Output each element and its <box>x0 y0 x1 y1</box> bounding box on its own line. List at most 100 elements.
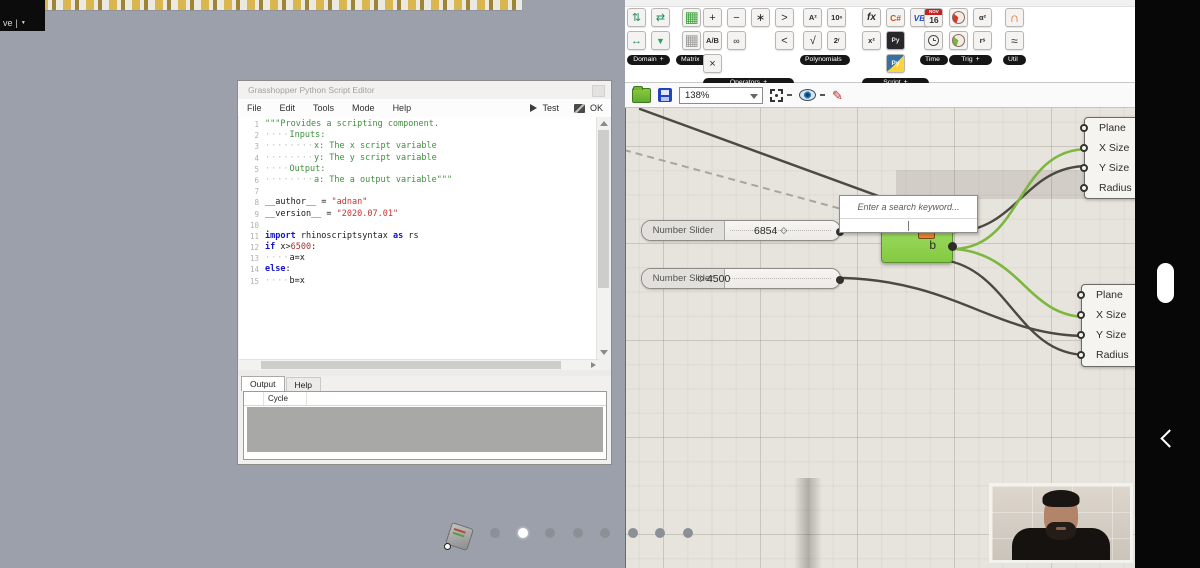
input-socket[interactable] <box>1080 184 1088 192</box>
evaluate-expression-icon[interactable]: x² <box>862 31 881 50</box>
number-slider-4500[interactable]: Number Slider 4500 ◇ <box>641 268 841 289</box>
component-output-socket[interactable] <box>948 242 957 251</box>
zoom-extents-icon[interactable] <box>770 89 783 102</box>
ghpython-script-icon[interactable]: Py <box>886 54 905 73</box>
slider-output-socket[interactable] <box>836 276 844 284</box>
power-of-2-icon[interactable]: 2ʳ <box>827 31 846 50</box>
tab-output[interactable]: Output <box>241 376 285 391</box>
slider-handle-icon[interactable]: ◇ <box>780 225 787 236</box>
input-socket[interactable] <box>1080 164 1088 172</box>
carousel-dot[interactable] <box>628 528 638 538</box>
dropdown-caret-icon[interactable] <box>820 94 825 96</box>
radians-icon[interactable] <box>949 31 968 50</box>
vertical-scrollbar[interactable] <box>596 117 610 359</box>
subtraction-icon[interactable]: − <box>727 8 746 27</box>
output-console-box: Cycle <box>243 391 607 460</box>
input-socket[interactable] <box>1077 331 1085 339</box>
smaller-than-icon[interactable]: < <box>775 31 794 50</box>
canvas-search-popup: Enter a search keyword... <box>839 195 978 233</box>
group-label-pill[interactable]: Util <box>1003 55 1026 65</box>
save-file-icon[interactable] <box>658 88 672 102</box>
trig-r-icon[interactable]: rˢ <box>973 31 992 50</box>
scroll-right-icon[interactable] <box>591 362 596 368</box>
search-input[interactable] <box>840 219 977 233</box>
square-root-icon[interactable]: √ <box>803 31 822 50</box>
carousel-dot[interactable] <box>683 528 693 538</box>
tab-help[interactable]: Help <box>286 377 321 391</box>
horizontal-scroll-thumb[interactable] <box>261 361 561 369</box>
code-segment: y: The y script variable <box>314 153 437 163</box>
carousel-dot[interactable] <box>545 528 555 538</box>
input-socket[interactable] <box>1077 291 1085 299</box>
slider-track[interactable] <box>730 278 831 279</box>
number-slider-6854[interactable]: Number Slider 6854 ◇ <box>641 220 841 241</box>
code-line: 1 """Provides a scripting component. <box>239 119 599 130</box>
slider-value: 6854 <box>754 225 777 237</box>
open-file-icon[interactable] <box>632 88 651 103</box>
ok-button[interactable]: OK <box>590 103 603 113</box>
remap-numbers-icon[interactable]: ⇄ <box>651 8 670 27</box>
carousel-dot[interactable] <box>573 528 583 538</box>
window-close-button[interactable] <box>592 85 605 97</box>
carousel-dot[interactable] <box>518 528 528 538</box>
similarity-icon[interactable]: ∞ <box>727 31 746 50</box>
test-button[interactable]: Test <box>542 103 559 113</box>
calendar-date-icon[interactable]: NOV16 <box>924 8 943 27</box>
preview-eye-icon[interactable] <box>799 89 816 101</box>
menu-tools[interactable]: Tools <box>304 99 343 117</box>
deconstruct-matrix-icon[interactable]: ▦ <box>682 31 701 50</box>
construct-domain-icon[interactable]: ⇅ <box>627 8 646 27</box>
scroll-down-icon[interactable] <box>600 350 608 355</box>
mass-addition-icon[interactable]: ∗ <box>751 8 770 27</box>
construct-matrix-icon[interactable]: ▦ <box>682 8 701 27</box>
clock-time-icon[interactable] <box>924 31 943 50</box>
degrees-icon[interactable] <box>949 8 968 27</box>
consecutive-domains-icon[interactable]: ▼ <box>651 31 670 50</box>
input-label: Plane <box>1099 122 1126 134</box>
group-label-pill[interactable]: Trig+ <box>949 55 992 65</box>
expression-icon[interactable]: fx <box>862 8 881 27</box>
interpolate-data-icon[interactable]: ≈ <box>1005 31 1024 50</box>
zoom-level-select[interactable]: 138% <box>679 87 763 104</box>
menu-mode[interactable]: Mode <box>343 99 384 117</box>
scroll-indicator-pill[interactable] <box>1157 263 1174 303</box>
input-socket[interactable] <box>1077 311 1085 319</box>
menu-edit[interactable]: Edit <box>271 99 305 117</box>
line-number: 5 <box>239 164 265 175</box>
menu-file[interactable]: File <box>238 99 271 117</box>
group-label-pill[interactable]: Time <box>920 55 948 65</box>
input-socket[interactable] <box>1080 124 1088 132</box>
gaussian-icon[interactable]: ∩ <box>1005 8 1024 27</box>
dropdown-caret-icon[interactable] <box>787 94 792 96</box>
group-label-pill[interactable]: Polynomials <box>800 55 850 65</box>
larger-than-icon[interactable]: > <box>775 8 794 27</box>
addition-icon[interactable]: + <box>703 8 722 27</box>
csharp-script-icon[interactable]: C# <box>886 8 905 27</box>
carousel-dot[interactable] <box>655 528 665 538</box>
chevron-down-icon[interactable] <box>750 94 758 99</box>
input-socket[interactable] <box>1077 351 1085 359</box>
sketch-pen-icon[interactable]: ✎ <box>832 89 843 102</box>
power-icon[interactable]: A² <box>803 8 822 27</box>
menu-help[interactable]: Help <box>384 99 421 117</box>
scroll-up-icon[interactable] <box>600 121 608 126</box>
slider-handle-icon[interactable]: ◇ <box>697 273 704 284</box>
input-socket[interactable] <box>1080 144 1088 152</box>
carousel-dot[interactable] <box>490 528 500 538</box>
power-of-10-icon[interactable]: 10ⁿ <box>827 8 846 27</box>
wire-dark-to-bottom-radius[interactable] <box>944 260 1087 355</box>
horizontal-scrollbar[interactable] <box>239 359 599 370</box>
chevron-left-icon[interactable] <box>1160 429 1178 447</box>
multiplication-icon[interactable]: × <box>703 54 722 73</box>
carousel-dot[interactable] <box>600 528 610 538</box>
viewport-dropdown-icon[interactable]: ▼ <box>21 19 26 28</box>
vertical-scroll-thumb[interactable] <box>598 130 609 288</box>
code-editor-area[interactable]: 1 """Provides a scripting component. 2 ·… <box>239 117 599 361</box>
wire-green-to-bottom-xsize[interactable] <box>956 249 1087 317</box>
trig-alpha-icon[interactable]: α² <box>973 8 992 27</box>
division-icon[interactable]: A/B <box>703 31 722 50</box>
python-script-icon[interactable]: Py <box>886 31 905 50</box>
divide-domain-icon[interactable]: ↔ <box>627 31 646 50</box>
viewport-tab[interactable]: ve|▼ <box>0 0 45 31</box>
group-label-pill[interactable]: Domain+ <box>627 55 670 65</box>
